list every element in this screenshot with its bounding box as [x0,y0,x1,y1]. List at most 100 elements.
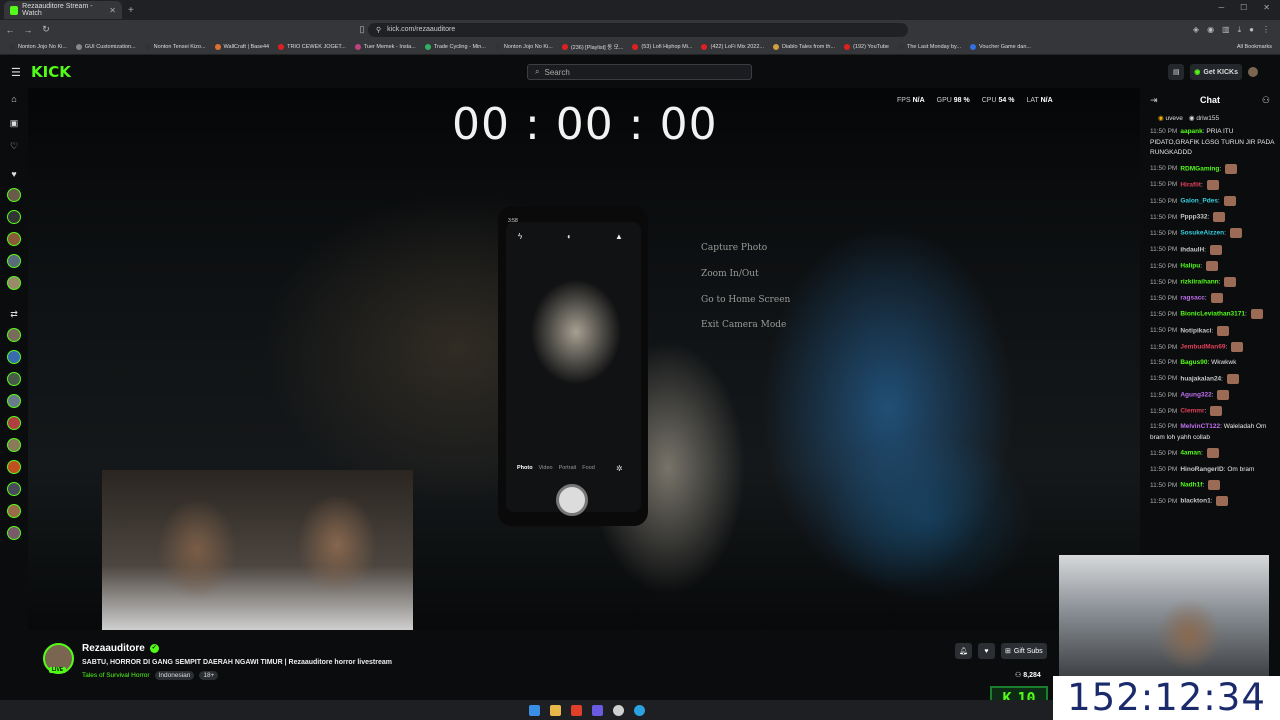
menu-icon[interactable]: ⋮ [1262,25,1270,35]
message-username[interactable]: SosukeAizzen [1180,230,1224,237]
chat-panel: ⇥ Chat ⚇ ◉ uveve ◉ driw155 11:50 PM aapan… [1140,88,1280,558]
followed-channel-avatar[interactable] [7,254,21,268]
bookmark-item[interactable]: (236) [Playlist] 동 모... [561,43,623,51]
bookmark-item[interactable]: Tuer Memek - Insta... [354,43,416,50]
bookmark-label: (422) LoFi Mix 2022... [710,43,764,50]
edge-icon[interactable] [633,704,645,716]
followed-channel-avatar[interactable] [7,232,21,246]
close-window-icon[interactable]: ✕ [1263,3,1270,12]
bookmark-item[interactable]: (192) YouTube [844,43,889,50]
back-icon[interactable]: ← [2,25,18,35]
forward-icon[interactable]: → [20,25,36,35]
chrome-icon[interactable] [612,704,624,716]
bookmark-item[interactable]: Nonton Jojo No Ki... [494,43,553,50]
bookmark-item[interactable]: GUI Customization... [75,43,136,50]
message-username[interactable]: ihdaulH [1180,246,1204,253]
message-username[interactable]: Pppp332 [1180,214,1207,221]
reload-icon[interactable]: ↻ [38,24,54,35]
follow-heart-icon[interactable]: ♥ [978,643,995,659]
message-username[interactable]: 4aman [1180,450,1201,457]
minimize-icon[interactable]: ─ [1218,3,1224,12]
profile-icon[interactable]: ● [1249,25,1254,35]
bookmark-item[interactable]: The Last Monday by... [897,43,961,50]
chat-users-icon[interactable]: ⚇ [1262,95,1270,106]
channel-name[interactable]: Rezaauditore [82,643,145,654]
message-username[interactable]: Halipu [1180,263,1200,270]
layout-icon[interactable]: ▤ [1168,64,1185,80]
hamburger-menu-icon[interactable]: ☰ [11,66,21,79]
gift-subs-button[interactable]: ⊞ Gift Subs [1001,643,1047,659]
message-username[interactable]: ragsacc [1180,295,1205,302]
followed-channel-avatar[interactable] [7,210,21,224]
message-username[interactable]: RDMGaming [1180,165,1219,172]
brave-icon[interactable] [570,704,582,716]
message-username[interactable]: Notipikaci [1180,327,1211,334]
bookmark-item[interactable]: (53) Lofi Hiphop Mi... [632,43,692,50]
message-username[interactable]: MelvinCT122 [1180,423,1220,430]
bookmark-item[interactable]: Nonton Tensei Kizo... [144,43,206,50]
bookmark-item[interactable]: (422) LoFi Mix 2022... [701,43,764,50]
following-icon[interactable]: ♡ [8,141,20,153]
extension-icon[interactable]: ◈ [1193,25,1199,35]
recommended-channel-avatar[interactable] [7,482,21,496]
recommended-channel-avatar[interactable] [7,350,21,364]
file-explorer-icon[interactable] [549,704,561,716]
recommended-channel-avatar[interactable] [7,372,21,386]
recommended-channel-avatar[interactable] [7,394,21,408]
gifter[interactable]: ◉ driw155 [1189,114,1219,126]
maximize-icon[interactable]: ☐ [1240,3,1247,12]
home-icon[interactable]: ⌂ [8,94,20,106]
message-username[interactable]: Hirafiit [1180,181,1201,188]
message-username[interactable]: rizkiiraihann [1180,279,1218,286]
message-username[interactable]: blackton1 [1180,498,1210,505]
notification-bell-icon[interactable]: 🔔︎ [955,643,972,659]
subathon-timer: 152:12:34 [1053,676,1280,720]
recommended-channel-avatar[interactable] [7,416,21,430]
site-info-icon[interactable]: ⚲ [376,26,381,34]
search-input[interactable]: ⌕ Search [527,64,752,80]
message-username[interactable]: Nadh1f [1180,482,1202,489]
all-bookmarks[interactable]: All Bookmarks [1232,43,1272,50]
message-username[interactable]: aapank [1180,128,1202,135]
recommended-channel-avatar[interactable] [7,328,21,342]
message-username[interactable]: Bagus90 [1180,359,1207,366]
tag[interactable]: Indonesian [154,671,195,680]
bookmark-item[interactable]: Nonton Jojo No Ki... [9,43,67,50]
new-tab-icon[interactable]: + [128,5,134,16]
recommended-channel-avatar[interactable] [7,504,21,518]
recommended-channel-avatar[interactable] [7,526,21,540]
recommended-channel-avatar[interactable] [7,438,21,452]
followed-channel-avatar[interactable] [7,188,21,202]
url-input[interactable]: ⚲ kick.com/rezaauditore [368,22,908,37]
category-link[interactable]: Tales of Survival Horror [82,672,150,679]
bookmark-item[interactable]: Voucher Game dan... [969,43,1031,50]
tag[interactable]: 18+ [199,671,219,680]
browser-tab[interactable]: Rezaauditore Stream - Watch ✕ [4,1,122,19]
close-tab-icon[interactable]: ✕ [109,6,116,15]
kick-logo[interactable]: KICK [31,63,71,81]
extension-icon[interactable]: ◉ [1207,25,1214,35]
bookmark-item[interactable]: Trade Cycling - Min... [424,43,486,50]
downloads-icon[interactable]: ⤓ [1238,25,1242,35]
followed-channel-avatar[interactable] [7,276,21,290]
collapse-chat-icon[interactable]: ⇥ [1150,95,1158,106]
message-username[interactable]: JembudMan69 [1180,344,1225,351]
message-username[interactable]: Galon_Pdes [1180,198,1218,205]
message-username[interactable]: HinoRangerID [1180,466,1223,473]
emote-icon [1224,277,1237,288]
browse-icon[interactable]: ▣ [8,118,20,130]
message-username[interactable]: BionicLeviathan3171 [1180,311,1245,318]
bookmark-item[interactable]: WallCraft | Base44 [214,43,269,50]
message-username[interactable]: Clemmr [1180,408,1204,415]
message-username[interactable]: huajakalan24 [1180,375,1221,382]
message-username[interactable]: Agung322 [1180,392,1211,399]
discord-icon[interactable] [591,704,603,716]
bookmark-item[interactable]: Diablo Tales from th... [772,43,835,50]
get-kicks-button[interactable]: ◉ Get KICKs [1190,64,1242,80]
bookmark-item[interactable]: TRIO CEWEK JOGET... [278,43,346,50]
recommended-channel-avatar[interactable] [7,460,21,474]
sidebar-icon[interactable]: ▥ [1222,25,1230,35]
user-avatar[interactable] [1248,67,1258,77]
start-icon[interactable] [528,704,540,716]
gifter[interactable]: ◉ uveve [1158,114,1183,126]
